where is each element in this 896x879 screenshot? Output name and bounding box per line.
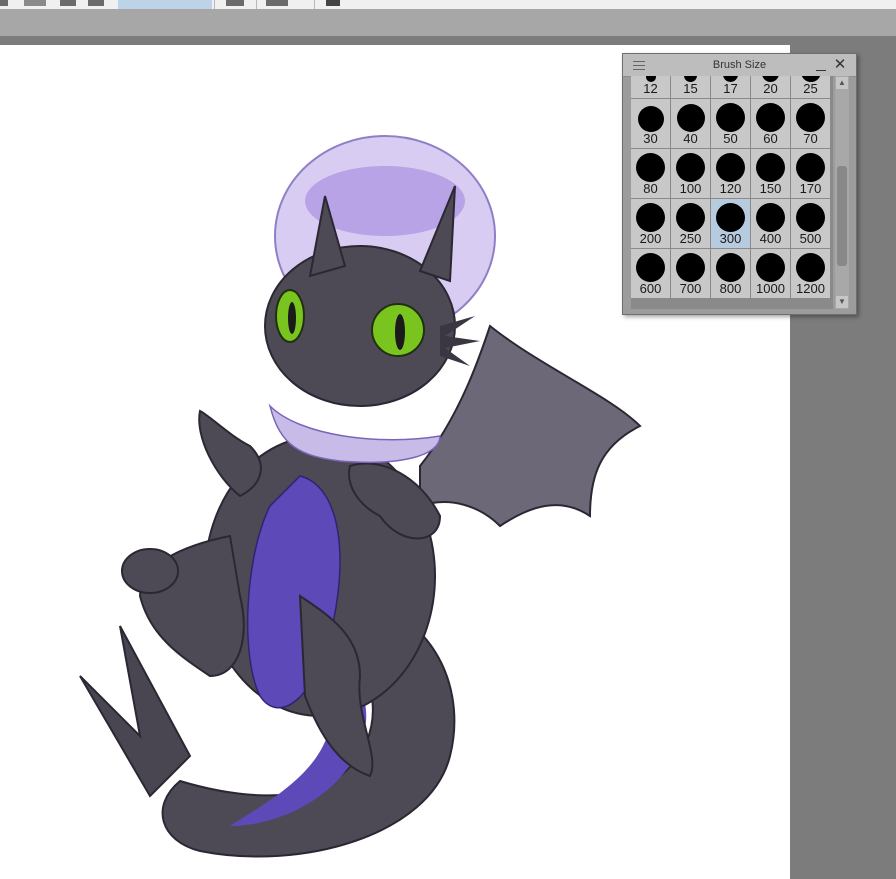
toolbar-button[interactable] <box>88 0 104 6</box>
dragon-tail-fin <box>79 625 192 798</box>
brush-size-label: 600 <box>639 281 662 296</box>
toolbar-button[interactable] <box>0 0 8 6</box>
brush-dot-icon <box>716 103 745 132</box>
minimize-icon[interactable] <box>815 60 827 72</box>
brush-dot-icon <box>756 153 785 182</box>
toolbar-separator <box>314 0 315 9</box>
brush-size-cell[interactable]: 200 <box>631 199 670 248</box>
close-icon[interactable]: ✕ <box>833 57 847 72</box>
brush-size-label: 1000 <box>756 281 785 296</box>
toolbar-button[interactable] <box>60 0 76 6</box>
brush-size-cell[interactable]: 400 <box>751 199 790 248</box>
toolbar-button[interactable] <box>24 0 46 6</box>
brush-size-cell[interactable]: 80 <box>631 149 670 198</box>
brush-size-label: 15 <box>683 81 698 96</box>
brush-size-cell[interactable]: 700 <box>671 249 710 298</box>
hamburger-icon[interactable] <box>633 61 645 73</box>
brush-dot-icon <box>796 153 825 182</box>
brush-dot-icon <box>716 153 745 182</box>
dragon-left-foot <box>121 548 179 594</box>
brush-size-cell[interactable]: 1200 <box>791 249 830 298</box>
brush-size-label: 50 <box>723 131 738 146</box>
brush-size-label: 150 <box>759 181 782 196</box>
brush-size-label: 25 <box>803 81 818 96</box>
toolbar-button[interactable] <box>326 0 340 6</box>
brush-size-cell[interactable]: 70 <box>791 99 830 148</box>
brush-size-cell[interactable]: 500 <box>791 199 830 248</box>
brush-size-label: 200 <box>639 231 662 246</box>
brush-size-cell[interactable]: 20 <box>751 76 790 98</box>
dragon-right-pupil <box>395 314 405 350</box>
brush-size-label: 17 <box>723 81 738 96</box>
dragon-left-arm <box>198 409 262 498</box>
brush-size-label: 40 <box>683 131 698 146</box>
brush-size-cell[interactable]: 50 <box>711 99 750 148</box>
brush-size-cell[interactable]: 120 <box>711 149 750 198</box>
toolbar-separator <box>256 0 257 9</box>
brush-size-cell[interactable]: 800 <box>711 249 750 298</box>
brush-size-label: 250 <box>679 231 702 246</box>
brush-size-cell[interactable]: 60 <box>751 99 790 148</box>
brush-dot-icon <box>756 253 785 282</box>
palette-title-bar[interactable]: Brush Size ✕ <box>623 54 856 77</box>
brush-dot-icon <box>756 103 785 132</box>
command-bar <box>0 9 896 37</box>
brush-size-label: 400 <box>759 231 782 246</box>
brush-size-cell[interactable]: 150 <box>751 149 790 198</box>
brush-size-label: 100 <box>679 181 702 196</box>
brush-size-cell[interactable]: 600 <box>631 249 670 298</box>
brush-size-grid: 12 15 17 20 25 30 40 50 60 70 80 100 120 150 170 200 250… <box>631 76 833 309</box>
brush-dot-icon <box>636 203 665 232</box>
brush-dot-icon <box>796 253 825 282</box>
brush-size-cell[interactable]: 40 <box>671 99 710 148</box>
brush-size-label: 60 <box>763 131 778 146</box>
scroll-up-icon[interactable]: ▲ <box>836 77 848 89</box>
brush-size-label: 30 <box>643 131 658 146</box>
brush-size-cell[interactable]: 300 <box>711 199 750 248</box>
brush-size-label: 20 <box>763 81 778 96</box>
brush-dot-icon <box>716 253 745 282</box>
toolbar-button[interactable] <box>266 0 288 6</box>
brush-dot-icon <box>756 203 785 232</box>
brush-dot-icon <box>636 253 665 282</box>
brush-size-cell[interactable]: 17 <box>711 76 750 98</box>
brush-size-label: 300 <box>719 231 742 246</box>
brush-size-cell[interactable]: 250 <box>671 199 710 248</box>
brush-size-cell[interactable]: 30 <box>631 99 670 148</box>
brush-dot-icon <box>676 203 705 232</box>
brush-dot-icon <box>796 103 825 132</box>
brush-size-label: 70 <box>803 131 818 146</box>
brush-size-cell[interactable]: 1000 <box>751 249 790 298</box>
dragon-left-pupil <box>288 302 296 334</box>
brush-size-cell[interactable]: 15 <box>671 76 710 98</box>
brush-size-label: 170 <box>799 181 822 196</box>
brush-dot-icon <box>676 153 705 182</box>
brush-size-label: 120 <box>719 181 742 196</box>
brush-size-label: 700 <box>679 281 702 296</box>
brush-dot-icon <box>796 203 825 232</box>
brush-dot-icon <box>676 104 705 132</box>
toolbar-active-group[interactable] <box>118 0 212 9</box>
brush-size-cell[interactable]: 25 <box>791 76 830 98</box>
brush-size-cell[interactable]: 170 <box>791 149 830 198</box>
brush-dot-icon <box>676 253 705 282</box>
toolbar-separator <box>214 0 215 9</box>
brush-size-label: 800 <box>719 281 742 296</box>
toolbar-button[interactable] <box>226 0 244 6</box>
brush-size-cell[interactable]: 12 <box>631 76 670 98</box>
brush-size-label: 500 <box>799 231 822 246</box>
brush-size-label: 80 <box>643 181 658 196</box>
brush-size-cell[interactable]: 100 <box>671 149 710 198</box>
brush-dot-icon <box>716 203 745 232</box>
brush-dot-icon <box>637 106 664 132</box>
brush-size-palette[interactable]: Brush Size ✕ 12 15 17 20 25 30 40 50 60 70 80 100 12… <box>622 53 857 315</box>
brush-size-label: 12 <box>643 81 658 96</box>
palette-scrollbar[interactable]: ▲ ▼ <box>835 76 849 309</box>
brush-size-label: 1200 <box>796 281 825 296</box>
scroll-down-icon[interactable]: ▼ <box>836 296 848 308</box>
scrollbar-thumb[interactable] <box>837 166 847 266</box>
brush-dot-icon <box>636 153 665 182</box>
